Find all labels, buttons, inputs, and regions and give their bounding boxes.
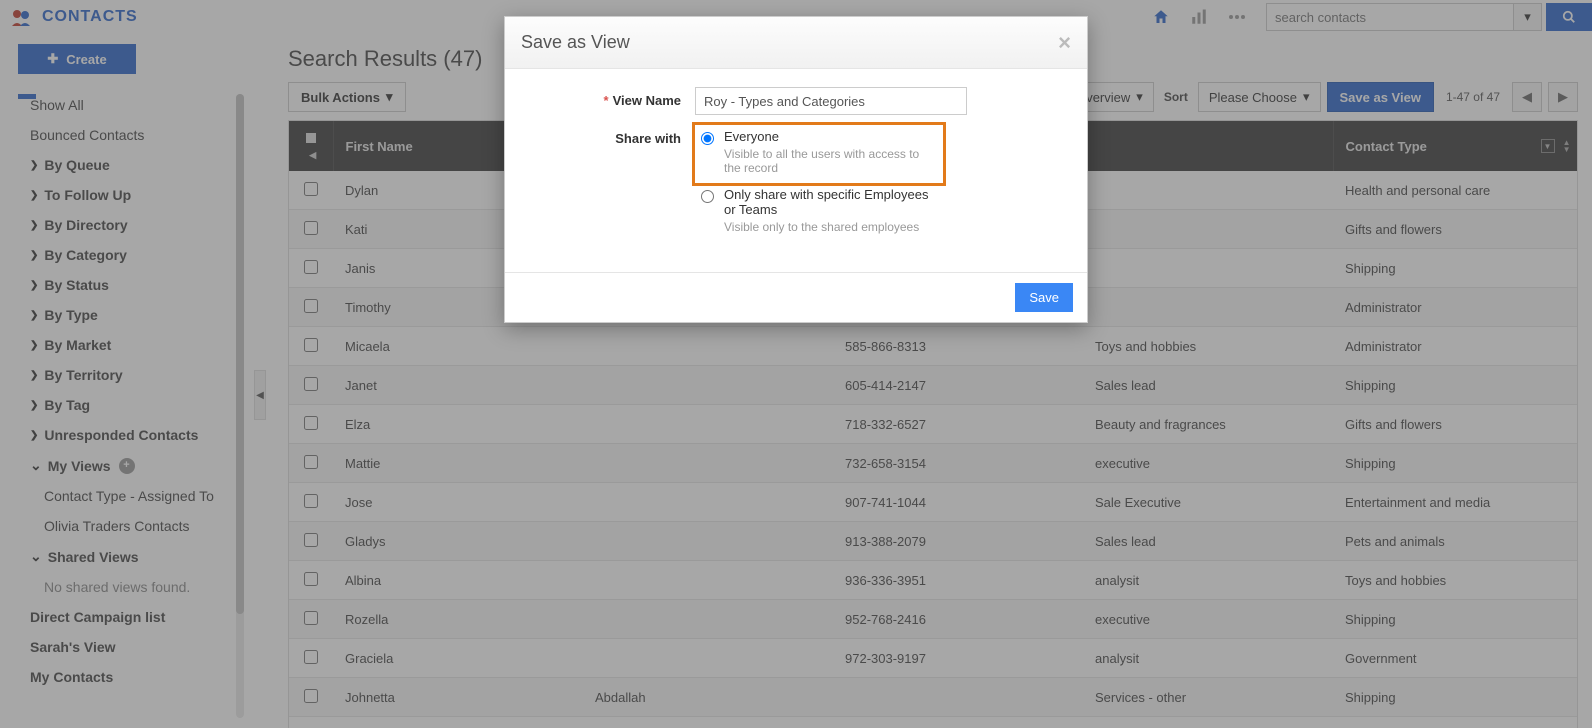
radio-description: Visible to all the users with access to … [724, 147, 937, 175]
save-as-view-modal: Save as View × * View Name Share with Eve… [504, 16, 1088, 323]
view-name-input[interactable] [695, 87, 967, 115]
share-specific-radio[interactable] [701, 190, 714, 203]
share-with-label: Share with [615, 131, 681, 146]
radio-label: Everyone [724, 129, 937, 144]
share-everyone-radio[interactable] [701, 132, 714, 145]
required-asterisk: * [604, 93, 609, 108]
close-icon[interactable]: × [1058, 32, 1071, 54]
radio-label: Only share with specific Employees or Te… [724, 187, 937, 217]
share-specific-option[interactable]: Only share with specific Employees or Te… [695, 183, 943, 242]
view-name-label: View Name [613, 93, 681, 108]
modal-title: Save as View [521, 32, 630, 53]
save-button[interactable]: Save [1015, 283, 1073, 312]
radio-description: Visible only to the shared employees [724, 220, 937, 234]
share-everyone-option[interactable]: Everyone Visible to all the users with a… [695, 125, 943, 183]
